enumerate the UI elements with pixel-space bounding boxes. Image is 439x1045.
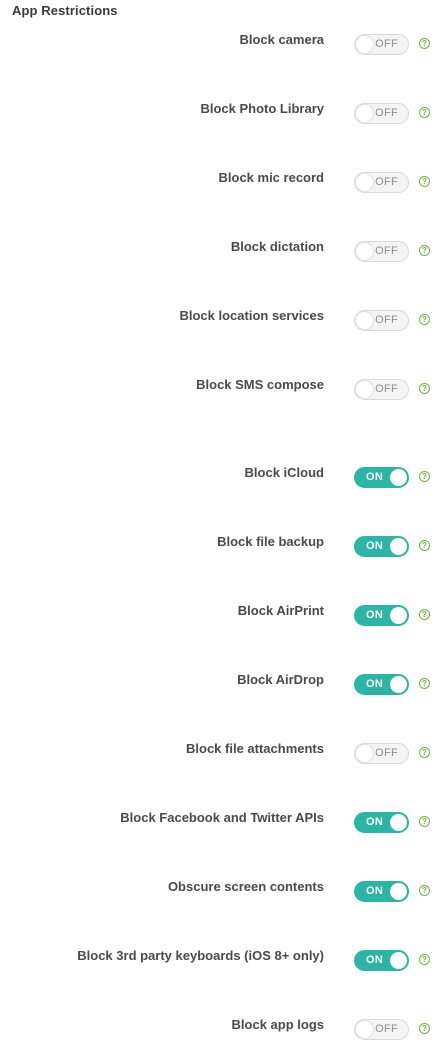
toggle-knob xyxy=(356,745,373,762)
help-icon[interactable]: ? xyxy=(419,471,430,482)
toggle-state-text: OFF xyxy=(375,107,398,119)
toggle-switch[interactable]: OFF xyxy=(354,34,409,55)
toggle-switch[interactable]: ON xyxy=(354,536,409,557)
setting-row: Obscure screen contents ON? xyxy=(0,879,439,902)
help-icon[interactable]: ? xyxy=(419,540,430,551)
section-title: App Restrictions xyxy=(12,3,118,18)
toggle-knob xyxy=(356,36,373,53)
toggle-switch[interactable]: OFF xyxy=(354,743,409,764)
toggle-state-text: OFF xyxy=(375,245,398,257)
help-icon[interactable]: ? xyxy=(419,245,430,256)
setting-row: Block file backup ON? xyxy=(0,534,439,557)
toggle-switch[interactable]: ON xyxy=(354,812,409,833)
help-icon[interactable]: ? xyxy=(419,314,430,325)
toggle-knob xyxy=(356,174,373,191)
toggle-state-text: OFF xyxy=(375,314,398,326)
setting-label: Block SMS compose xyxy=(196,377,324,392)
toggle-switch[interactable]: ON xyxy=(354,674,409,695)
setting-label: Block camera xyxy=(239,32,324,47)
setting-row: Block camera OFF? xyxy=(0,32,439,55)
help-icon[interactable]: ? xyxy=(419,747,430,758)
setting-label: Block app logs xyxy=(231,1017,324,1032)
help-icon[interactable]: ? xyxy=(419,176,430,187)
toggle-state-text: ON xyxy=(366,540,384,552)
toggle-knob xyxy=(390,538,407,555)
toggle-state-text: ON xyxy=(366,885,384,897)
toggle-state-text: ON xyxy=(366,678,384,690)
toggle-state-text: OFF xyxy=(375,1023,398,1035)
setting-label: Block file backup xyxy=(217,534,324,549)
setting-row: Block Photo Library OFF? xyxy=(0,101,439,124)
setting-row: Block file attachments OFF? xyxy=(0,741,439,764)
toggle-switch[interactable]: OFF xyxy=(354,172,409,193)
toggle-state-text: ON xyxy=(366,816,384,828)
toggle-state-text: OFF xyxy=(375,38,398,50)
help-icon[interactable]: ? xyxy=(419,954,430,965)
setting-label: Block 3rd party keyboards (iOS 8+ only) xyxy=(77,948,324,963)
toggle-switch[interactable]: ON xyxy=(354,881,409,902)
toggle-switch[interactable]: OFF xyxy=(354,241,409,262)
toggle-knob xyxy=(390,676,407,693)
setting-label: Block Facebook and Twitter APIs xyxy=(120,810,324,825)
setting-label: Block dictation xyxy=(230,239,324,254)
toggle-knob xyxy=(356,105,373,122)
toggle-switch[interactable]: OFF xyxy=(354,103,409,124)
toggle-knob xyxy=(356,381,373,398)
toggle-state-text: OFF xyxy=(375,383,398,395)
toggle-knob xyxy=(390,469,407,486)
setting-row: Block location services OFF? xyxy=(0,308,439,331)
setting-row: Block app logs OFF? xyxy=(0,1017,439,1040)
toggle-switch[interactable]: OFF xyxy=(354,379,409,400)
toggle-state-text: OFF xyxy=(375,747,398,759)
setting-row: Block dictation OFF? xyxy=(0,239,439,262)
toggle-state-text: ON xyxy=(366,954,384,966)
setting-label: Block location services xyxy=(179,308,324,323)
setting-row: Block AirPrint ON? xyxy=(0,603,439,626)
help-icon[interactable]: ? xyxy=(419,383,430,394)
help-icon[interactable]: ? xyxy=(419,38,430,49)
setting-label: Block AirDrop xyxy=(237,672,324,687)
setting-label: Block file attachments xyxy=(186,741,324,756)
help-icon[interactable]: ? xyxy=(419,678,430,689)
toggle-knob xyxy=(390,814,407,831)
help-icon[interactable]: ? xyxy=(419,107,430,118)
help-icon[interactable]: ? xyxy=(419,816,430,827)
toggle-switch[interactable]: OFF xyxy=(354,1019,409,1040)
setting-row: Block 3rd party keyboards (iOS 8+ only) O… xyxy=(0,948,439,971)
toggle-state-text: ON xyxy=(366,609,384,621)
toggle-knob xyxy=(390,952,407,969)
toggle-switch[interactable]: ON xyxy=(354,467,409,488)
help-icon[interactable]: ? xyxy=(419,885,430,896)
toggle-switch[interactable]: ON xyxy=(354,605,409,626)
toggle-state-text: OFF xyxy=(375,176,398,188)
toggle-knob xyxy=(356,243,373,260)
setting-label: Block Photo Library xyxy=(200,101,324,116)
toggle-knob xyxy=(390,607,407,624)
setting-label: Obscure screen contents xyxy=(167,879,324,894)
setting-row: Block Facebook and Twitter APIs ON? xyxy=(0,810,439,833)
setting-label: Block mic record xyxy=(218,170,325,185)
setting-row: Block AirDrop ON? xyxy=(0,672,439,695)
toggle-switch[interactable]: OFF xyxy=(354,310,409,331)
setting-row: Block iCloud ON? xyxy=(0,465,439,488)
help-icon[interactable]: ? xyxy=(419,609,430,620)
setting-row: Block mic record OFF? xyxy=(0,170,439,193)
toggle-switch[interactable]: ON xyxy=(354,950,409,971)
help-icon[interactable]: ? xyxy=(419,1023,430,1034)
toggle-knob xyxy=(356,312,373,329)
toggle-knob xyxy=(356,1021,373,1038)
toggle-state-text: ON xyxy=(366,471,384,483)
setting-label: Block AirPrint xyxy=(237,603,324,618)
setting-label: Block iCloud xyxy=(244,465,324,480)
setting-row: Block SMS compose OFF? xyxy=(0,377,439,400)
toggle-knob xyxy=(390,883,407,900)
